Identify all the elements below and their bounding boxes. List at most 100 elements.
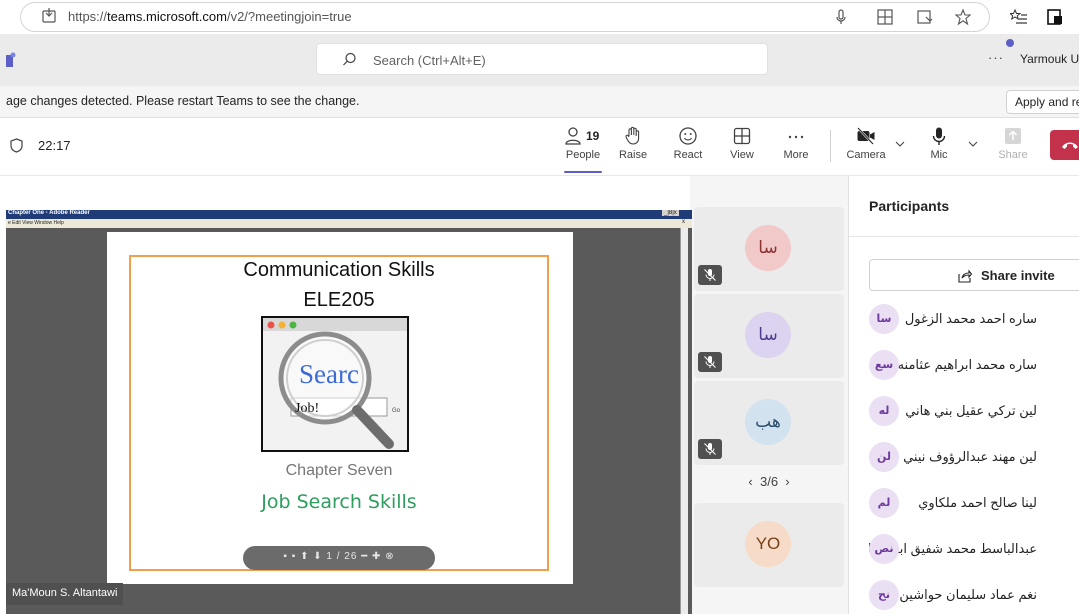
raise-hand-button[interactable]: Raise [608, 126, 658, 170]
notification-text: age changes detected. Please restart Tea… [6, 94, 360, 108]
participant-tile[interactable]: سا [694, 207, 844, 291]
tile-muted-badge [698, 439, 722, 459]
collections-icon[interactable] [1046, 8, 1064, 26]
url-text[interactable]: https://teams.microsoft.com/v2/?meetingj… [68, 9, 352, 24]
reader-nav-controls: ▪ ▪ ⬆ ⬇ 1 / 26 ━ ✚ ⊗ [243, 551, 435, 562]
participant-row[interactable]: ساره احمد محمد الزغول سا [849, 296, 1079, 340]
camera-options-chevron-icon[interactable] [895, 140, 905, 148]
participant-row[interactable]: لين مهند عبدالرؤوف نيني لن [849, 434, 1079, 478]
slide-topic: Job Search Skills [261, 491, 417, 513]
reader-menu-bar: e Edit View Window Help x [6, 219, 692, 228]
reader-title: Chapter One - Adobe Reader [8, 210, 90, 216]
participant-row[interactable]: عبدالباسط محمد شفيق ابو صفا نص [849, 526, 1079, 570]
share-label: Share [998, 149, 1028, 161]
hang-up-icon [1062, 142, 1078, 149]
mic-off-icon [704, 269, 716, 281]
leave-button[interactable] [1050, 130, 1079, 160]
slide-chapter: Chapter Seven [285, 462, 393, 479]
tile-next-chevron-icon[interactable]: › [785, 474, 789, 489]
mic-options-chevron-icon[interactable] [968, 140, 978, 148]
share-invite-button[interactable]: Share invite [869, 259, 1079, 291]
search-placeholder: Search (Ctrl+Alt+E) [373, 53, 486, 68]
react-button[interactable]: React [663, 126, 713, 170]
slide-title: Communication Skills [243, 259, 435, 281]
participant-row[interactable]: ساره محمد ابراهيم عثامنه سع [849, 342, 1079, 386]
meeting-timer: 22:17 [38, 138, 71, 153]
reader-view-icon[interactable] [916, 8, 934, 26]
next-page-icon: ⬇ [313, 551, 323, 562]
panel-title: Participants [869, 198, 950, 214]
participant-avatar: سا [869, 304, 899, 334]
more-dots-icon [788, 135, 804, 139]
apply-and-restart-button[interactable]: Apply and re [1006, 90, 1079, 114]
more-button[interactable]: More [771, 126, 821, 170]
camera-off-icon [857, 127, 875, 145]
reader-close-circle-icon: ⊗ [385, 551, 395, 562]
notification-banner: age changes detected. Please restart Tea… [0, 86, 1079, 118]
mic-permission-icon[interactable] [832, 8, 850, 26]
tile-prev-chevron-icon[interactable]: ‹ [748, 474, 752, 489]
tile-page-current: 3 [759, 474, 768, 489]
participant-avatar: لم [869, 488, 899, 518]
mic-off-icon [704, 356, 716, 368]
mic-off-icon [704, 443, 716, 455]
search-icon [343, 52, 356, 66]
teams-title-bar: Search (Ctrl+Alt+E) ··· Yarmouk Un [0, 34, 1079, 86]
toolbar-divider [830, 130, 831, 162]
favorites-list-icon[interactable] [1010, 8, 1028, 26]
shield-icon[interactable] [10, 138, 23, 153]
participant-row[interactable]: لين تركي عقيل بني هاني له [849, 388, 1079, 432]
camera-label: Camera [846, 149, 886, 161]
share-icon [958, 269, 972, 283]
tile-muted-badge [698, 265, 722, 285]
search-box-text: Job! [295, 401, 319, 416]
participant-row[interactable]: لينا صالح احمد ملكاوي لم [849, 480, 1079, 524]
participant-tile[interactable]: هب [694, 381, 844, 465]
browser-toolbar: https://teams.microsoft.com/v2/?meetingj… [0, 0, 1079, 34]
zoom-in-icon: ✚ [372, 551, 382, 562]
favorite-star-icon[interactable] [954, 8, 972, 26]
search-input[interactable]: Search (Ctrl+Alt+E) [316, 43, 768, 75]
share-button[interactable]: Share [988, 126, 1038, 170]
camera-button[interactable]: Camera [841, 126, 891, 170]
organization-name[interactable]: Yarmouk Un [1020, 52, 1079, 66]
meeting-toolbar: 22:17 19 People Raise React View More Ca… [0, 118, 1079, 176]
people-button[interactable]: 19 People [558, 126, 608, 170]
slide-course-code: ELE205 [303, 289, 375, 311]
reader-scrollbar [680, 228, 688, 614]
view-button[interactable]: View [717, 126, 767, 170]
tile-avatar: هب [745, 399, 791, 445]
prev-page-icon: ⬆ [300, 551, 310, 562]
participant-row[interactable]: نغم عماد سليمان حواشين نح [849, 572, 1079, 614]
reader-menu-items: e Edit View Window Help [8, 220, 64, 226]
search-word: Searc [299, 359, 359, 389]
zoom-out-icon: ━ [361, 551, 369, 562]
tile-muted-badge [698, 352, 722, 372]
presence-status-dot [1006, 39, 1014, 47]
participant-avatar: نص [869, 534, 899, 564]
meeting-stage: Chapter One - Adobe Reader _|8|x e Edit … [0, 176, 848, 614]
presenter-name-label: Ma'Moun S. Altantawi [6, 583, 124, 605]
participant-tile[interactable]: سا [694, 294, 844, 378]
participant-tile[interactable]: YO [694, 503, 844, 587]
url-scheme: https:// [68, 9, 108, 24]
page-info-icon[interactable] [42, 7, 56, 23]
shared-screen: Chapter One - Adobe Reader _|8|x e Edit … [6, 210, 692, 614]
people-icon [565, 127, 581, 145]
reader-window-controls: _|8|x [662, 210, 679, 216]
grid-view-icon [733, 127, 751, 145]
participant-avatar: نح [869, 580, 899, 610]
tile-page-total: 6 [770, 474, 779, 489]
tile-pager: ‹ 3/6 › [748, 474, 790, 489]
tile-avatar: YO [745, 521, 791, 567]
participant-avatar: سع [869, 350, 899, 380]
search-go-text: Go [392, 408, 401, 414]
settings-more-button[interactable]: ··· [988, 50, 1004, 65]
url-domain: teams.microsoft.com [107, 9, 227, 24]
app-grid-icon[interactable] [876, 8, 894, 26]
share-tray-icon [1005, 128, 1021, 144]
magnifier-search-illustration: Searc Job! Go [261, 316, 409, 452]
reader-page-navigation: ▪ ▪ ⬆ ⬇ 1 / 26 ━ ✚ ⊗ [243, 546, 435, 570]
mic-button[interactable]: Mic [914, 126, 964, 170]
print-icon: ▪ [291, 551, 297, 562]
